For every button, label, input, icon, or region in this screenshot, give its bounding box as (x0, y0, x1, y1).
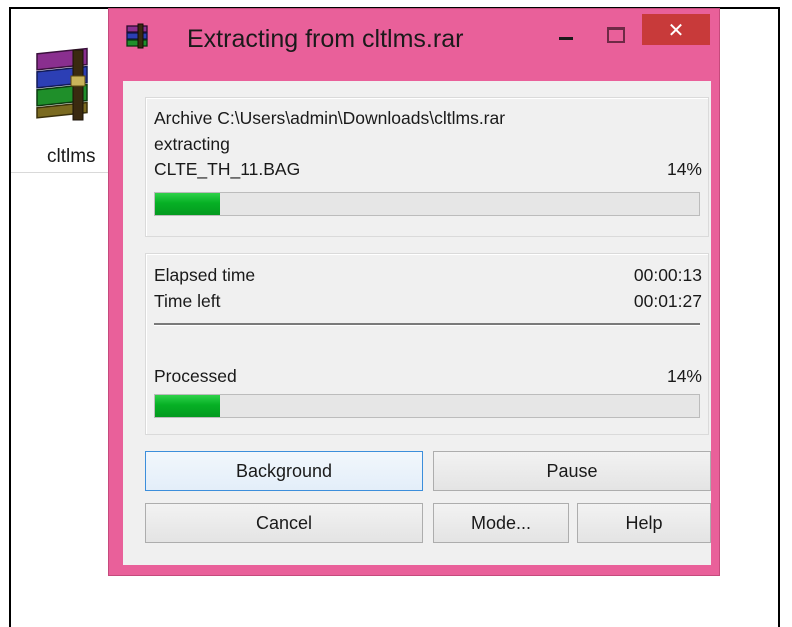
pause-button[interactable]: Pause (433, 451, 711, 491)
divider (154, 323, 700, 325)
processed-percent: 14% (666, 366, 702, 386)
maximize-icon (607, 27, 625, 43)
time-left-label: Time left (154, 291, 221, 311)
archive-path: Archive C:\Users\admin\Downloads\cltlms.… (154, 108, 506, 128)
minimize-icon (559, 37, 573, 40)
maximize-button[interactable] (599, 21, 633, 49)
dialog-body: Archive C:\Users\admin\Downloads\cltlms.… (123, 81, 711, 565)
minimize-button[interactable] (549, 21, 583, 49)
mode-button[interactable]: Mode... (433, 503, 569, 543)
action-label: extracting (154, 134, 230, 154)
file-percent: 14% (666, 159, 702, 179)
current-file-name: CLTE_TH_11.BAG (154, 159, 301, 179)
file-label[interactable]: cltlms (47, 146, 96, 168)
background-button[interactable]: Background (145, 451, 423, 491)
elapsed-time-label: Elapsed time (154, 265, 256, 285)
overall-progress-group: Elapsed time 00:00:13 Time left 00:01:27… (145, 253, 709, 435)
file-progress-bar (154, 192, 700, 216)
close-icon: ✕ (667, 17, 685, 42)
time-left-value: 00:01:27 (633, 291, 702, 311)
title-bar[interactable]: Extracting from cltlms.rar ✕ (109, 9, 719, 61)
file-progress-fill (155, 193, 220, 215)
file-progress-group: Archive C:\Users\admin\Downloads\cltlms.… (145, 97, 709, 237)
winrar-title-icon (124, 23, 152, 51)
screenshot-border-right (778, 7, 780, 627)
elapsed-time-value: 00:00:13 (633, 265, 702, 285)
help-button[interactable]: Help (577, 503, 711, 543)
processed-label: Processed (154, 366, 237, 386)
close-button[interactable]: ✕ (642, 14, 710, 45)
processed-progress-bar (154, 394, 700, 418)
cancel-button[interactable]: Cancel (145, 503, 423, 543)
winrar-archive-icon[interactable] (35, 46, 101, 126)
processed-progress-fill (155, 395, 220, 417)
window-title: Extracting from cltlms.rar (187, 25, 464, 53)
extraction-dialog: Extracting from cltlms.rar ✕ Archive C:\… (109, 9, 719, 575)
